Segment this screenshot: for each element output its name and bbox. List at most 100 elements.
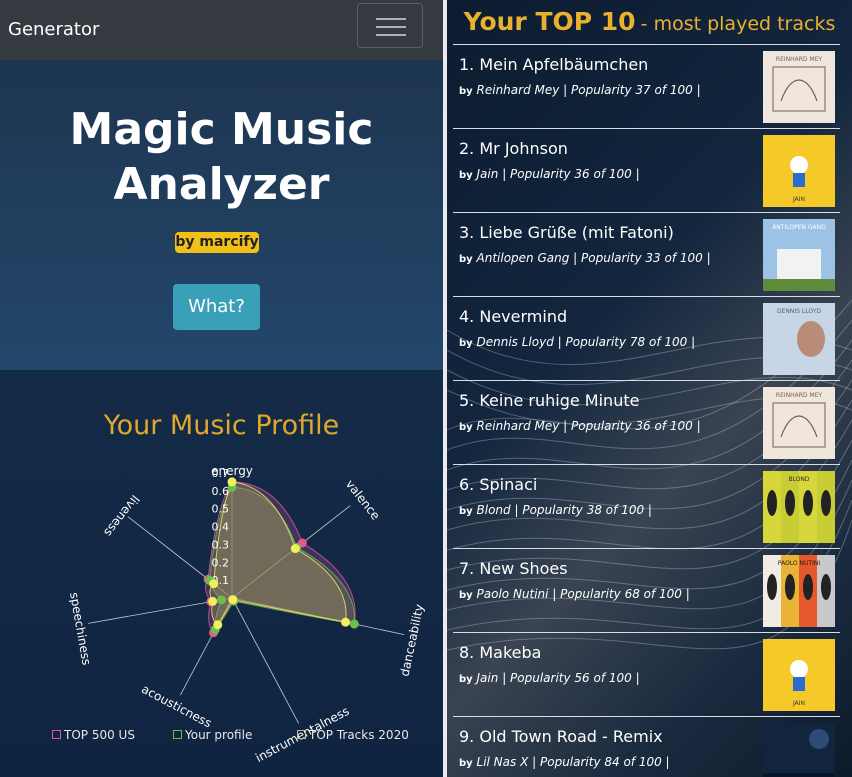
track-meta: by Blond | Popularity 38 of 100 | xyxy=(459,503,652,519)
track-artist[interactable]: Lil Nas X xyxy=(477,755,529,769)
legend-your-profile: Your profile xyxy=(173,728,252,742)
track-title: 9. Old Town Road - Remix xyxy=(459,727,663,746)
cover-figure xyxy=(785,574,795,600)
cover-figure xyxy=(821,574,831,600)
track-meta: by Lil Nas X | Popularity 84 of 100 | xyxy=(459,755,670,771)
album-cover[interactable]: ANTILOPEN GANG xyxy=(763,219,835,291)
top10-title-sub: - most played tracks xyxy=(640,13,836,35)
album-art: REINHARD MEY xyxy=(763,51,835,123)
track-popularity: | Popularity 37 of 100 | xyxy=(563,83,701,97)
by-label: by xyxy=(459,758,473,769)
radar-tick-label: 0.2 xyxy=(212,556,230,569)
album-art xyxy=(763,723,835,777)
track-meta: by Reinhard Mey | Popularity 36 of 100 | xyxy=(459,419,701,435)
cover-text: JAIN xyxy=(792,196,805,203)
track-row[interactable]: 8. Makeba by Jain | Popularity 56 of 100 … xyxy=(453,632,840,716)
track-row[interactable]: 7. New Shoes by Paolo Nutini | Popularity… xyxy=(453,548,840,632)
radar-point xyxy=(290,544,300,554)
track-title: 5. Keine ruhige Minute xyxy=(459,391,640,410)
hamburger-icon-bottom xyxy=(376,34,406,36)
track-row[interactable]: 6. Spinaci by Blond | Popularity 38 of 10… xyxy=(453,464,840,548)
track-artist[interactable]: Dennis Lloyd xyxy=(477,335,554,349)
radar-axis-label: acousticness xyxy=(139,682,214,731)
track-popularity: | Popularity 36 of 100 | xyxy=(563,419,701,433)
track-row[interactable]: 3. Liebe Grüße (mit Fatoni) by Antilopen … xyxy=(453,212,840,296)
album-cover[interactable]: JAIN xyxy=(763,135,835,207)
album-art: JAIN xyxy=(763,135,835,207)
track-meta: by Jain | Popularity 56 of 100 | xyxy=(459,671,640,687)
menu-toggle-button[interactable] xyxy=(357,3,423,48)
track-title: 6. Spinaci xyxy=(459,475,538,494)
cover-text: BLOND xyxy=(788,476,809,483)
by-label: by xyxy=(459,674,473,685)
track-meta: by Jain | Popularity 36 of 100 | xyxy=(459,167,640,183)
track-popularity: | Popularity 36 of 100 | xyxy=(502,167,640,181)
album-cover[interactable]: JAIN xyxy=(763,639,835,711)
album-cover[interactable]: REINHARD MEY xyxy=(763,51,835,123)
cover-figure xyxy=(767,574,777,600)
left-panel: Generator Magic Music Analyzer by marcif… xyxy=(0,0,443,777)
track-artist[interactable]: Blond xyxy=(477,503,511,517)
top10-title: Your TOP 10 - most played tracks xyxy=(447,7,852,40)
track-row[interactable]: 5. Keine ruhige Minute by Reinhard Mey | … xyxy=(453,380,840,464)
track-artist[interactable]: Paolo Nutini xyxy=(477,587,549,601)
legend-label: TOP Tracks 2020 xyxy=(309,728,409,742)
track-row[interactable]: 9. Old Town Road - Remix by Lil Nas X | P… xyxy=(453,716,840,777)
radar-axis-label: energy xyxy=(211,464,253,478)
radar-axis-label: liveness xyxy=(101,492,142,539)
album-cover[interactable]: PAOLO NUTINI xyxy=(763,555,835,627)
cover-figure xyxy=(803,574,813,600)
legend-top-tracks: TOP Tracks 2020 xyxy=(297,728,409,742)
track-row[interactable]: 4. Nevermind by Dennis Lloyd | Popularity… xyxy=(453,296,840,380)
radar-tick-label: 0.5 xyxy=(212,503,230,516)
author-badge: by marcify xyxy=(175,232,259,253)
track-artist[interactable]: Jain xyxy=(477,671,499,685)
cover-face xyxy=(790,156,808,174)
cover-body xyxy=(793,677,805,691)
what-button[interactable]: What? xyxy=(173,284,260,330)
radar-tick-label: 0.6 xyxy=(212,485,230,498)
navbar-brand[interactable]: Generator xyxy=(8,19,99,41)
track-row[interactable]: 2. Mr Johnson by Jain | Popularity 36 of … xyxy=(453,128,840,212)
navbar: Generator xyxy=(0,0,443,60)
cover-building xyxy=(777,249,821,283)
radar-point xyxy=(341,617,351,627)
track-popularity: | Popularity 68 of 100 | xyxy=(552,587,690,601)
radar-axis-label: valence xyxy=(343,477,383,522)
music-profile-section: Your Music Profile 0.7 0.6 0.5 0.4 0.3 0.2 0.1… xyxy=(0,370,443,777)
radar-tick-label: 0.3 xyxy=(212,538,230,551)
page-title: Magic Music Analyzer xyxy=(69,104,374,210)
track-popularity: | Popularity 56 of 100 | xyxy=(502,671,640,685)
cover-face xyxy=(790,660,808,678)
cover-ground xyxy=(763,773,835,777)
legend-label: TOP 500 US xyxy=(64,728,135,742)
track-popularity: | Popularity 33 of 100 | xyxy=(573,251,711,265)
cover-figure xyxy=(803,490,813,516)
track-row[interactable]: 1. Mein Apfelbäumchen by Reinhard Mey | P… xyxy=(453,44,840,128)
by-label: by xyxy=(459,170,473,181)
album-cover[interactable]: REINHARD MEY xyxy=(763,387,835,459)
top10-panel: Your TOP 10 - most played tracks 1. Mein… xyxy=(447,0,852,777)
radar-point xyxy=(216,595,226,605)
track-artist[interactable]: Reinhard Mey xyxy=(477,419,560,433)
cover-body xyxy=(793,173,805,187)
album-art: PAOLO NUTINI xyxy=(763,555,835,627)
album-cover[interactable] xyxy=(763,723,835,777)
legend-swatch xyxy=(173,730,182,739)
track-artist[interactable]: Jain xyxy=(477,167,499,181)
track-title: 3. Liebe Grüße (mit Fatoni) xyxy=(459,223,674,242)
album-art: BLOND xyxy=(763,471,835,543)
track-artist[interactable]: Reinhard Mey xyxy=(477,83,560,97)
track-title: 7. New Shoes xyxy=(459,559,568,578)
track-meta: by Paolo Nutini | Popularity 68 of 100 | xyxy=(459,587,690,603)
by-label: by xyxy=(459,590,473,601)
album-cover[interactable]: BLOND xyxy=(763,471,835,543)
album-art: DENNIS LLOYD xyxy=(763,303,835,375)
hamburger-icon xyxy=(376,18,406,20)
cover-light xyxy=(809,729,829,749)
track-meta: by Reinhard Mey | Popularity 37 of 100 | xyxy=(459,83,701,99)
radar-point xyxy=(208,596,218,606)
track-artist[interactable]: Antilopen Gang xyxy=(477,251,570,265)
album-cover[interactable]: DENNIS LLOYD xyxy=(763,303,835,375)
album-art: REINHARD MEY xyxy=(763,387,835,459)
